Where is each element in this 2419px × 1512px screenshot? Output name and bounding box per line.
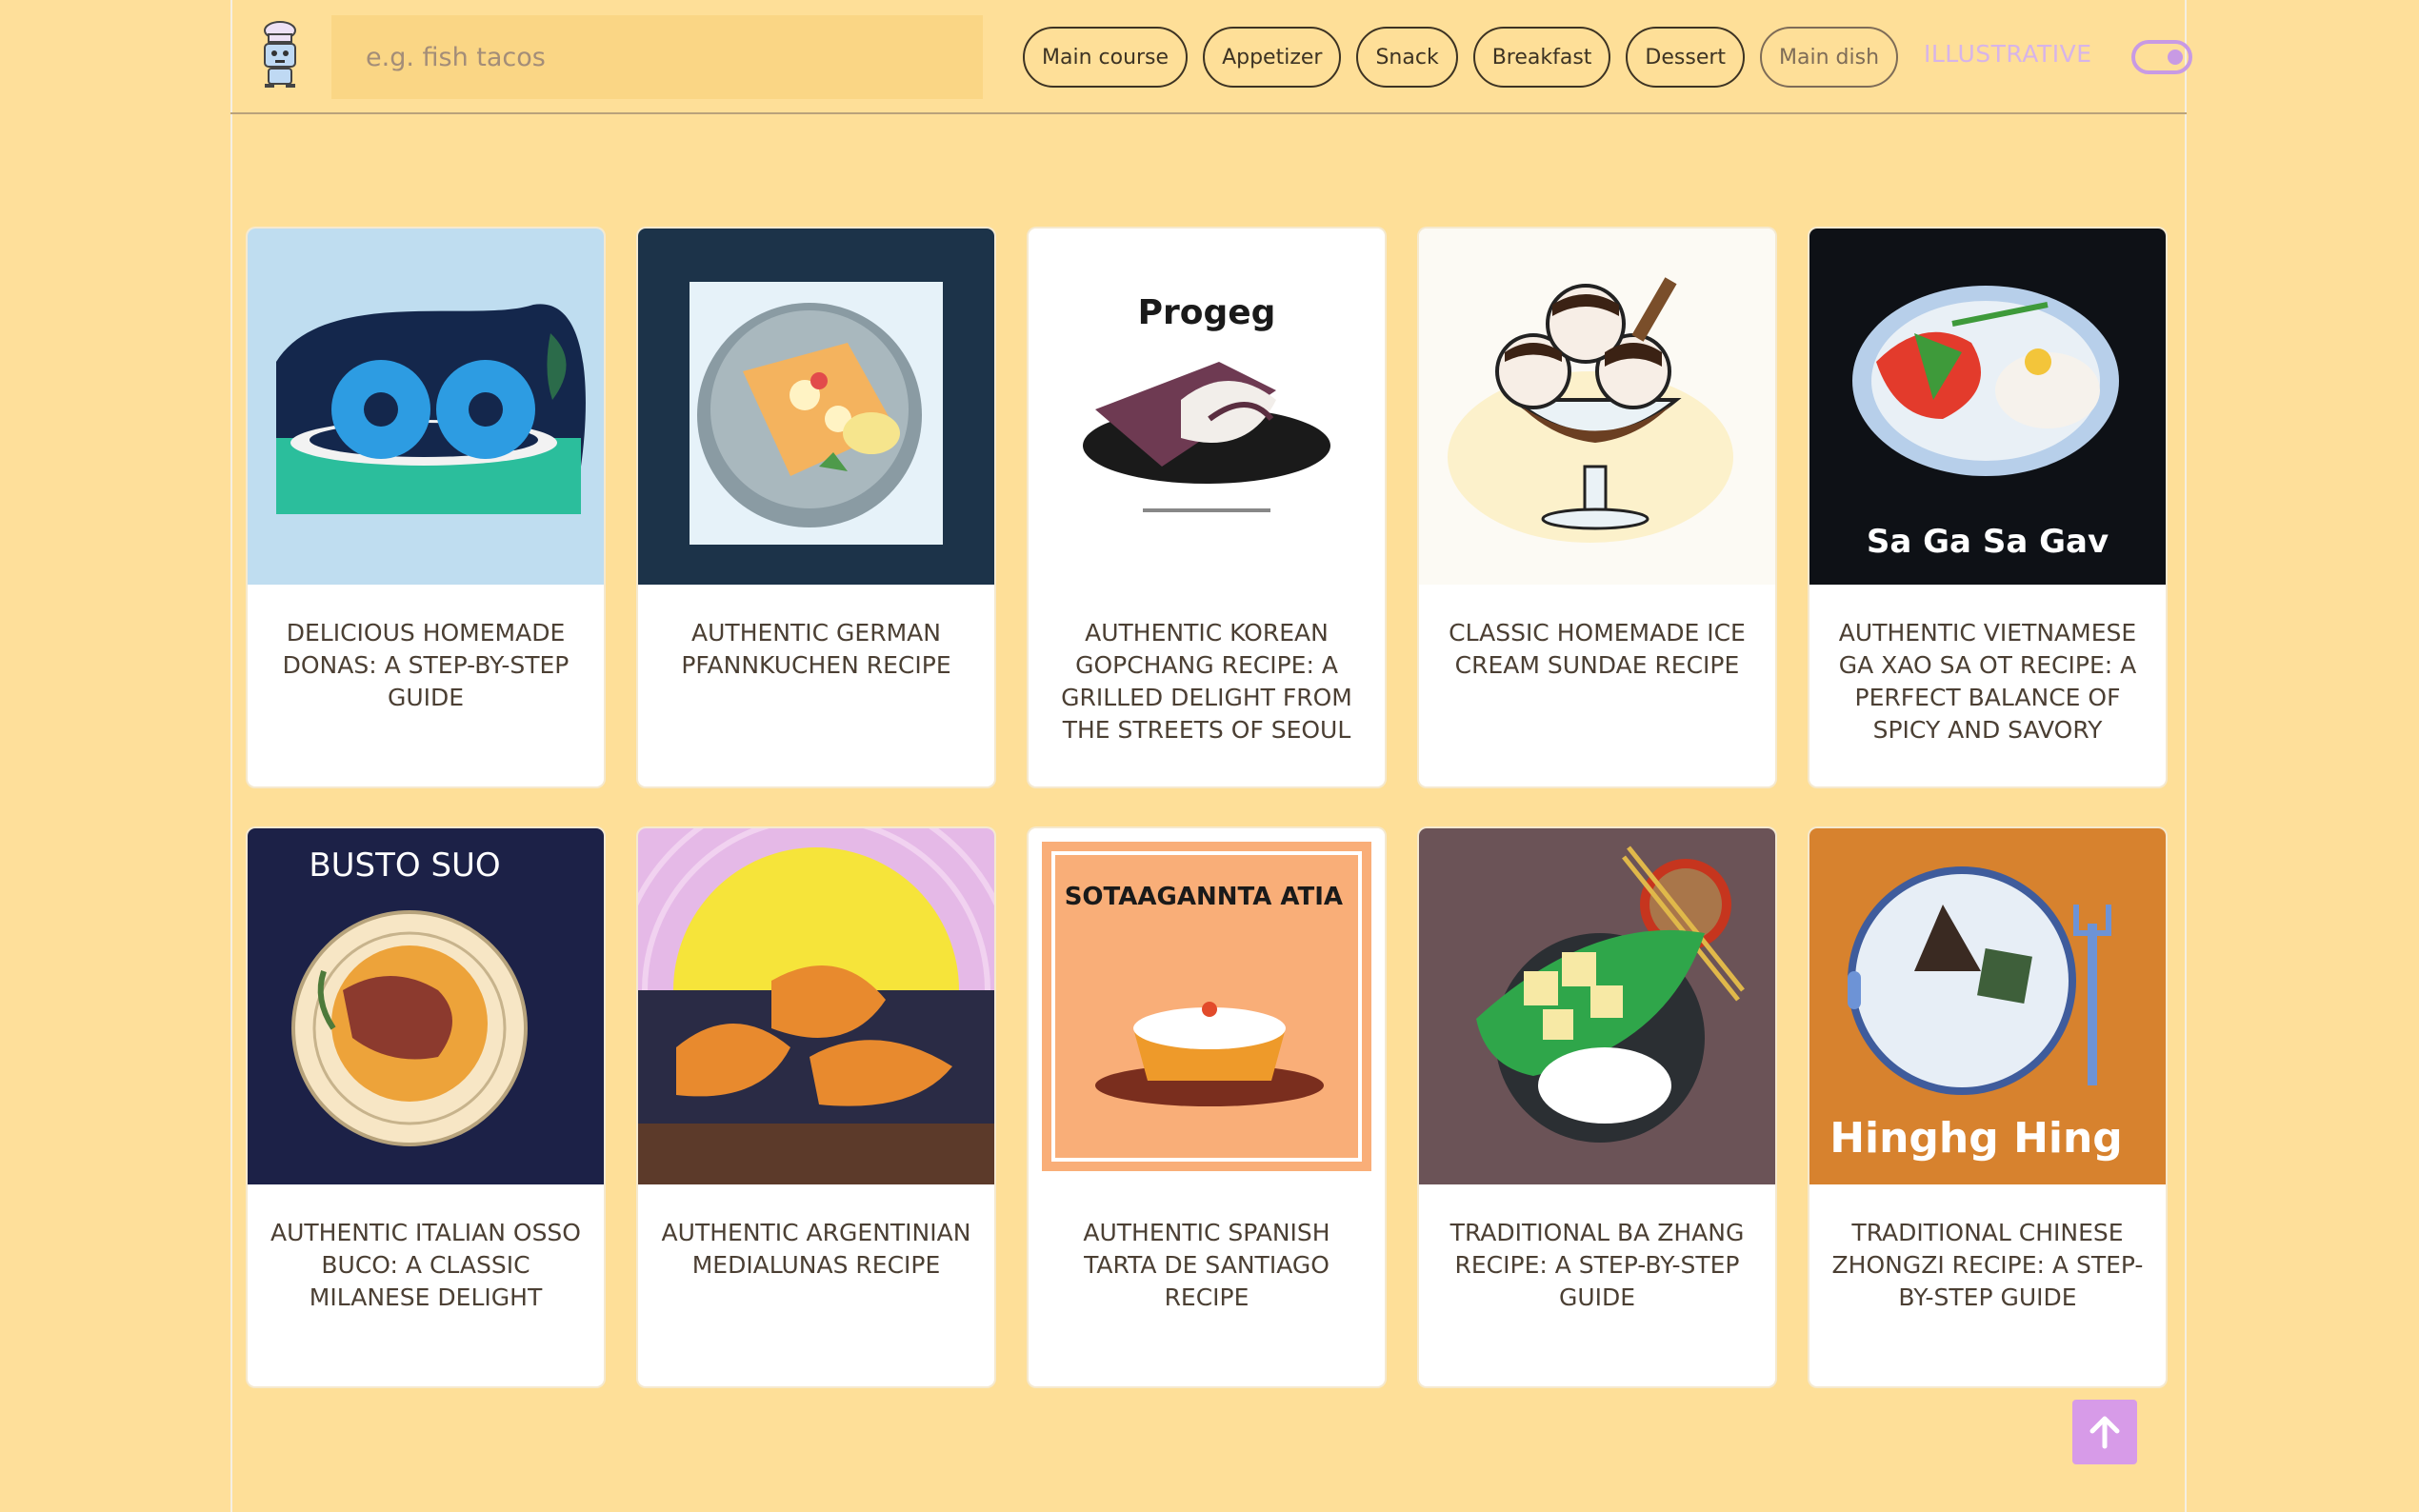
illustrative-toggle-label: ILLUSTRATIVE <box>1924 40 2092 68</box>
recipe-image-sundae <box>1419 229 1775 585</box>
recipe-card[interactable]: Progeg AUTHENTIC KOREAN GOPCHANG RECIPE:… <box>1029 229 1385 786</box>
toggle-knob <box>2168 50 2183 65</box>
category-chips: Main course Appetizer Snack Breakfast De… <box>1023 27 1899 88</box>
chip-dessert[interactable]: Dessert <box>1626 27 1746 88</box>
recipe-image-caption: SOTAAGANNTA ATIA <box>1065 883 1343 911</box>
recipe-card[interactable]: CLASSIC HOMEMADE ICE CREAM SUNDAE RECIPE <box>1419 229 1775 786</box>
page-side-left <box>0 0 230 1512</box>
recipe-image-zhongzi: Hinghg Hing <box>1809 828 2166 1184</box>
recipe-title: CLASSIC HOMEMADE ICE CREAM SUNDAE RECIPE <box>1449 619 1746 679</box>
recipe-image-tarta-santiago: SOTAAGANNTA ATIA <box>1029 828 1385 1184</box>
recipe-title: TRADITIONAL BA ZHANG RECIPE: A STEP-BY-S… <box>1449 1219 1745 1311</box>
recipe-image-ga-xao-sa-ot: Sa Ga Sa Gav <box>1809 229 2166 585</box>
recipe-card[interactable]: SOTAAGANNTA ATIA AUTHENTIC SPANISH TARTA… <box>1029 828 1385 1386</box>
chef-robot-icon[interactable] <box>259 21 301 90</box>
chip-main-dish[interactable]: Main dish <box>1760 27 1899 88</box>
chip-snack[interactable]: Snack <box>1356 27 1458 88</box>
recipe-image-osso-buco: BUSTO SUO <box>248 828 604 1184</box>
recipe-card[interactable]: AUTHENTIC ARGENTINIAN MEDIALUNAS RECIPE <box>638 828 994 1386</box>
recipe-card[interactable]: Hinghg Hing TRADITIONAL CHINESE ZHONGZI … <box>1809 828 2166 1386</box>
recipe-image-donuts <box>248 229 604 585</box>
recipe-title: AUTHENTIC ITALIAN OSSO BUCO: A CLASSIC M… <box>270 1219 581 1311</box>
recipe-image-ba-zhang <box>1419 828 1775 1184</box>
page-side-right <box>2187 0 2419 1512</box>
recipe-card[interactable]: BUSTO SUO AUTHENTIC ITALIAN OSSO BUCO: A… <box>248 828 604 1386</box>
recipe-card[interactable]: AUTHENTIC GERMAN PFANNKUCHEN RECIPE <box>638 229 994 786</box>
recipe-card[interactable]: TRADITIONAL BA ZHANG RECIPE: A STEP-BY-S… <box>1419 828 1775 1386</box>
recipe-title: AUTHENTIC GERMAN PFANNKUCHEN RECIPE <box>681 619 951 679</box>
top-bar: Main course Appetizer Snack Breakfast De… <box>230 0 2192 114</box>
recipe-image-caption: Hinghg Hing <box>1829 1114 2123 1163</box>
recipe-title: AUTHENTIC KOREAN GOPCHANG RECIPE: A GRIL… <box>1061 619 1352 744</box>
recipe-image-gopchang: Progeg <box>1029 229 1385 585</box>
chip-main-course[interactable]: Main course <box>1023 27 1189 88</box>
scroll-to-top-button[interactable] <box>2072 1400 2137 1464</box>
arrow-up-icon <box>2089 1416 2120 1449</box>
chip-breakfast[interactable]: Breakfast <box>1472 27 1611 88</box>
chip-appetizer[interactable]: Appetizer <box>1203 27 1342 88</box>
recipe-image-pfannkuchen <box>638 229 994 585</box>
recipe-image-caption: Sa Ga Sa Gav <box>1867 523 2109 561</box>
recipe-search-input[interactable] <box>331 15 983 99</box>
recipe-title: AUTHENTIC VIETNAMESE GA XAO SA OT RECIPE… <box>1838 619 2137 744</box>
recipe-title: TRADITIONAL CHINESE ZHONGZI RECIPE: A ST… <box>1831 1219 2144 1311</box>
recipe-title: DELICIOUS HOMEMADE DONAS: A STEP-BY-STEP… <box>282 619 570 711</box>
recipe-card[interactable]: Sa Ga Sa Gav AUTHENTIC VIETNAMESE GA XAO… <box>1809 229 2166 786</box>
recipe-image-medialunas <box>638 828 994 1184</box>
recipe-image-caption: BUSTO SUO <box>309 846 500 885</box>
recipe-image-caption: Progeg <box>1138 293 1276 332</box>
recipe-title: AUTHENTIC SPANISH TARTA DE SANTIAGO RECI… <box>1083 1219 1330 1311</box>
illustrative-toggle[interactable] <box>2131 40 2192 74</box>
recipe-card[interactable]: DELICIOUS HOMEMADE DONAS: A STEP-BY-STEP… <box>248 229 604 786</box>
recipe-title: AUTHENTIC ARGENTINIAN MEDIALUNAS RECIPE <box>661 1219 971 1279</box>
